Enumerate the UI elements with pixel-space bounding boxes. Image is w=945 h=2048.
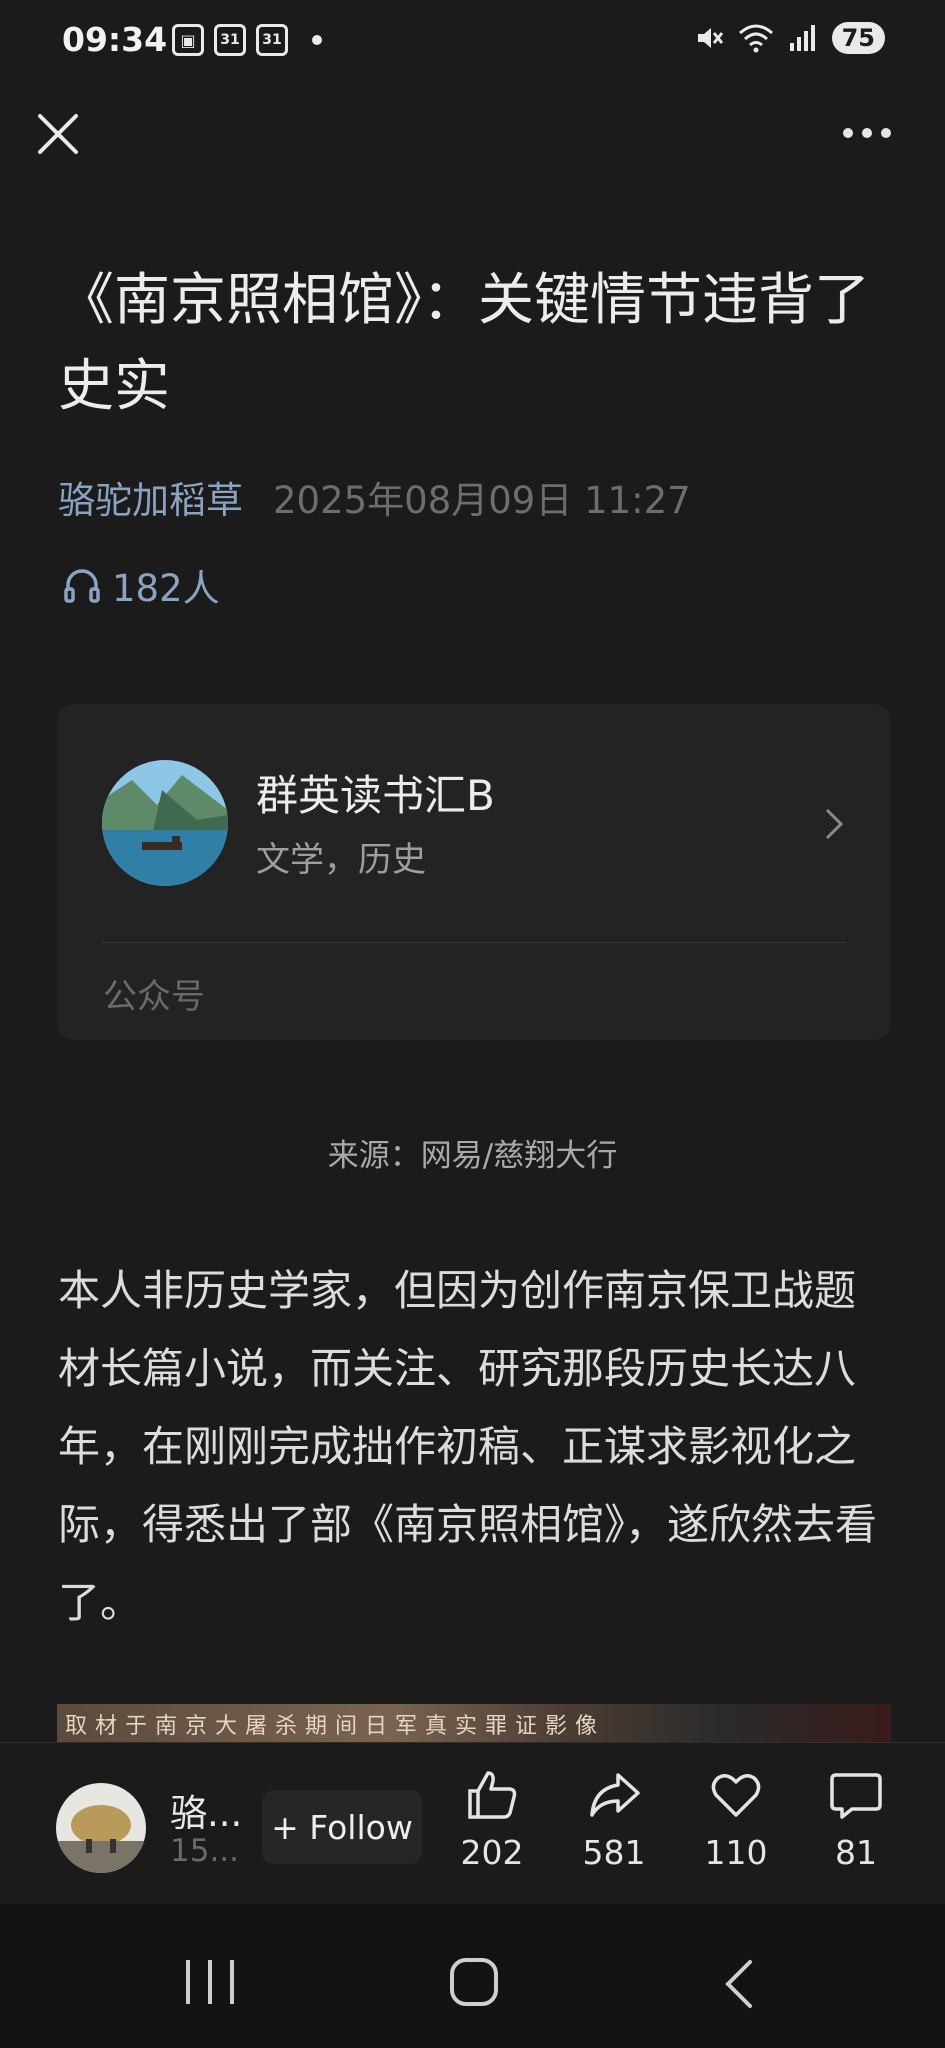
status-notification-icons: ▣ 31 31	[172, 24, 322, 56]
article-meta: 骆驼加稻草 2025年08月09日 11:27	[58, 470, 691, 524]
heart-icon	[711, 1774, 761, 1817]
back-icon[interactable]	[720, 1958, 760, 2010]
comment-icon	[830, 1773, 882, 1819]
publish-date: 2025年08月09日 11:27	[273, 479, 691, 522]
more-dot-icon	[843, 128, 853, 138]
status-system-icons: 75	[694, 22, 885, 54]
account-card[interactable]: 群英读书汇B 文学，历史 公众号	[57, 704, 891, 1040]
system-nav-bar	[0, 1904, 945, 2048]
author-avatar[interactable]	[56, 1783, 146, 1873]
status-bar: 09:34 ▣ 31 31 75	[0, 0, 945, 90]
account-avatar	[102, 760, 228, 886]
share-count: 581	[582, 1833, 646, 1872]
notification-dot-icon	[312, 35, 322, 45]
favorite-button[interactable]: 110	[686, 1767, 786, 1872]
author-followers: 15...	[170, 1833, 240, 1869]
chevron-right-icon	[825, 808, 844, 840]
account-tags: 文学，历史	[256, 840, 426, 880]
author-name[interactable]: 骆...	[170, 1783, 242, 1837]
recent-apps-icon	[208, 1960, 212, 2004]
recent-apps-icon	[186, 1960, 190, 2004]
mute-icon	[697, 28, 723, 48]
signal-icon	[789, 25, 815, 51]
account-type: 公众号	[103, 977, 205, 1017]
calendar-icon: 31	[214, 24, 246, 56]
article-image[interactable]: 取材于南京大屠杀期间日军真实罪证影像	[57, 1704, 891, 1742]
article-body: 本人非历史学家，但因为创作南京保卫战题材长篇小说，而关注、研究那段历史长达八年，…	[58, 1266, 878, 1627]
more-dot-icon	[862, 128, 872, 138]
headphones-icon	[64, 569, 100, 603]
favorite-count: 110	[704, 1833, 768, 1872]
share-icon	[590, 1773, 640, 1817]
screenshot-icon: ▣	[172, 24, 204, 56]
status-time: 09:34	[62, 20, 168, 59]
comment-count: 81	[835, 1833, 877, 1872]
recent-apps-button[interactable]	[186, 1960, 234, 2004]
share-button[interactable]: 581	[564, 1767, 664, 1872]
home-button[interactable]	[450, 1958, 498, 2006]
more-dot-icon	[881, 128, 891, 138]
wifi-icon	[738, 24, 773, 53]
more-options-button[interactable]	[837, 118, 897, 148]
thumbs-up-icon	[468, 1771, 517, 1819]
follow-button[interactable]: + Follow	[262, 1790, 422, 1864]
article-source: 来源：网易/慈翔大行	[327, 1138, 618, 1174]
account-name: 群英读书汇B	[256, 771, 495, 820]
image-caption: 取材于南京大屠杀期间日军真实罪证影像	[65, 1714, 606, 1739]
article-title: 《南京照相馆》：关键情节违背了史实	[58, 268, 870, 419]
card-divider	[101, 942, 847, 943]
action-bar: 骆... 15... + Follow 202 581 110 81	[0, 1742, 945, 1904]
author-link[interactable]: 骆驼加稻草	[58, 470, 243, 524]
listen-count[interactable]: 182人	[62, 558, 220, 612]
calendar-icon: 31	[256, 24, 288, 56]
battery-indicator: 75	[831, 22, 885, 54]
listen-count-label: 182人	[112, 567, 220, 610]
recent-apps-icon	[230, 1960, 234, 2004]
close-icon[interactable]	[34, 110, 82, 158]
like-count: 202	[460, 1833, 524, 1872]
like-button[interactable]: 202	[442, 1767, 542, 1872]
comment-button[interactable]: 81	[806, 1767, 906, 1872]
